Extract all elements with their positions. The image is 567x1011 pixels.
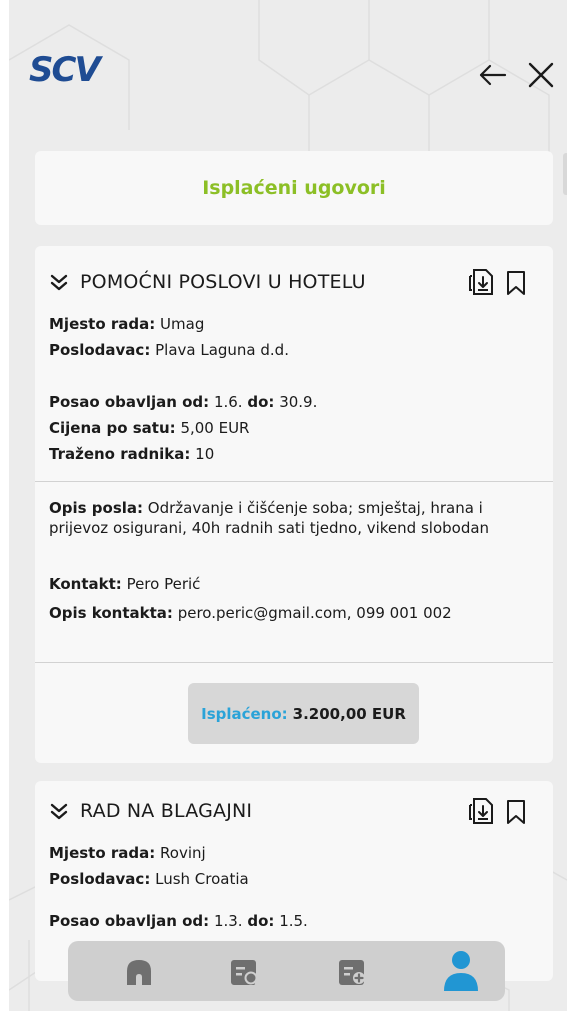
description-label: Opis posla: xyxy=(49,499,144,517)
period-to: 1.5. xyxy=(279,912,308,930)
location-field: Mjesto rada: Umag xyxy=(49,314,204,334)
employer-field: Poslodavac: Plava Laguna d.d. xyxy=(49,340,289,360)
contact-description-field: Opis kontakta: pero.peric@gmail.com, 099… xyxy=(49,603,452,623)
contact-field: Kontakt: Pero Perić xyxy=(49,574,200,594)
location-label: Mjesto rada: xyxy=(49,844,156,862)
period-from: 1.3. xyxy=(213,912,243,930)
contact-value: Pero Perić xyxy=(126,575,201,593)
period-field: Posao obavljan od: 1.3. do: 1.5. xyxy=(49,911,308,931)
chevron-double-down-icon[interactable] xyxy=(49,272,69,292)
description-field: Opis posla: Održavanje i čišćenje soba; … xyxy=(49,498,545,538)
period-label: Posao obavljan od: xyxy=(49,393,210,411)
close-icon[interactable] xyxy=(524,58,558,92)
job-title: POMOĆNI POSLOVI U HOTELU xyxy=(80,271,366,293)
employer-label: Poslodavac: xyxy=(49,870,151,888)
home-icon[interactable] xyxy=(122,955,156,989)
paid-value: 3.200,00 EUR xyxy=(292,704,406,723)
job-card-header: RAD NA BLAGAJNI xyxy=(49,797,539,827)
location-label: Mjesto rada: xyxy=(49,315,156,333)
job-title: RAD NA BLAGAJNI xyxy=(80,800,253,822)
workers-value: 10 xyxy=(195,445,215,463)
divider xyxy=(35,481,553,482)
employer-field: Poslodavac: Lush Croatia xyxy=(49,869,249,889)
employer-label: Poslodavac: xyxy=(49,341,151,359)
workers-field: Traženo radnika: 10 xyxy=(49,444,214,464)
side-scroll-tab[interactable] xyxy=(563,153,567,195)
bookmark-icon[interactable] xyxy=(505,799,527,825)
page-title: Isplaćeni ugovori xyxy=(202,177,386,199)
paid-amount-button[interactable]: Isplaćeno: 3.200,00 EUR xyxy=(188,683,419,744)
period-from: 1.6. xyxy=(213,393,243,411)
contact-label: Kontakt: xyxy=(49,575,122,593)
profile-icon[interactable] xyxy=(440,949,482,993)
download-document-icon[interactable] xyxy=(469,268,495,296)
paid-label: Isplaćeno: xyxy=(201,704,288,723)
divider xyxy=(35,662,553,663)
arrow-left-icon[interactable] xyxy=(475,58,509,92)
rate-value: 5,00 EUR xyxy=(180,419,250,437)
period-label: Posao obavljan od: xyxy=(49,912,210,930)
download-document-icon[interactable] xyxy=(469,797,495,825)
employer-value: Plava Laguna d.d. xyxy=(155,341,289,359)
rate-label: Cijena po satu: xyxy=(49,419,176,437)
employer-value: Lush Croatia xyxy=(155,870,249,888)
period-field: Posao obavljan od: 1.6. do: 30.9. xyxy=(49,392,317,412)
search-contracts-icon[interactable] xyxy=(228,955,262,989)
job-card: POMOĆNI POSLOVI U HOTELU Mjesto rada: Um… xyxy=(35,246,553,763)
app-header: SCV xyxy=(9,0,567,130)
app-screen: SCV Isplaćeni ugovori POMOĆNI POSLOVI U … xyxy=(9,0,567,1011)
location-value: Rovinj xyxy=(160,844,206,862)
scv-logo: SCV xyxy=(29,50,101,90)
contact-description-label: Opis kontakta: xyxy=(49,604,173,622)
add-contract-icon[interactable] xyxy=(336,955,370,989)
period-to-label: do: xyxy=(247,912,275,930)
location-value: Umag xyxy=(160,315,205,333)
location-field: Mjesto rada: Rovinj xyxy=(49,843,206,863)
chevron-double-down-icon[interactable] xyxy=(49,801,69,821)
period-to-label: do: xyxy=(247,393,275,411)
workers-label: Traženo radnika: xyxy=(49,445,191,463)
bottom-navigation xyxy=(68,941,505,1001)
job-card-header: POMOĆNI POSLOVI U HOTELU xyxy=(49,268,539,298)
period-to: 30.9. xyxy=(279,393,318,411)
page-title-card: Isplaćeni ugovori xyxy=(35,151,553,225)
rate-field: Cijena po satu: 5,00 EUR xyxy=(49,418,249,438)
contact-description-value: pero.peric@gmail.com, 099 001 002 xyxy=(177,604,452,622)
bookmark-icon[interactable] xyxy=(505,270,527,296)
